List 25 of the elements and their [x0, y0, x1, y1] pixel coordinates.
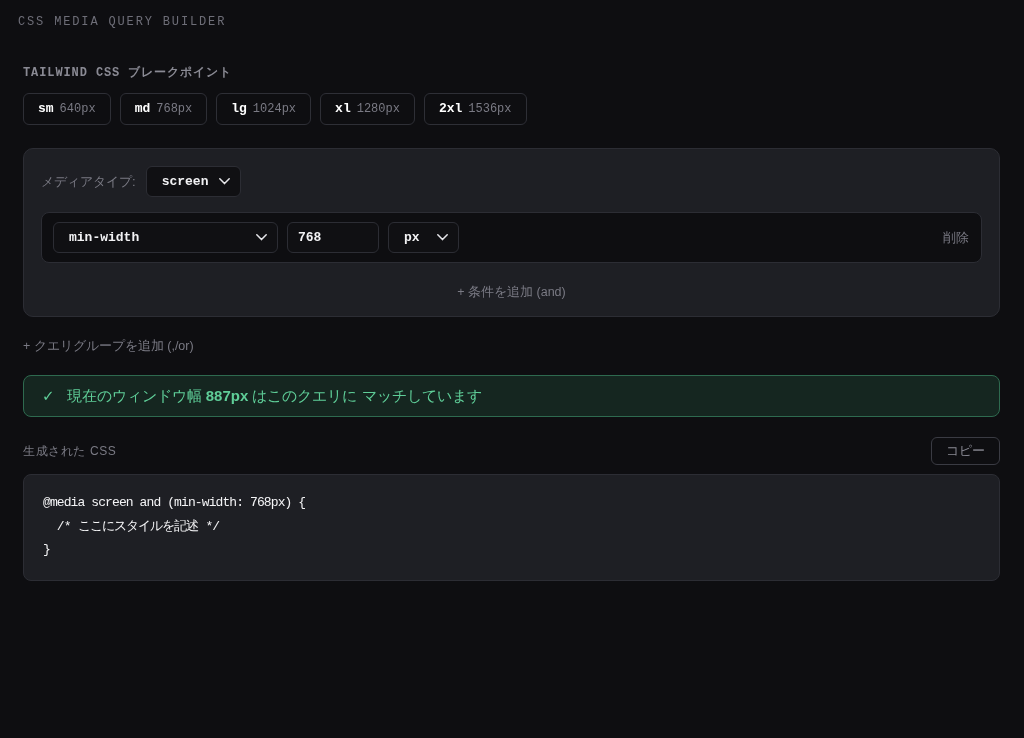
media-type-label: メディアタイプ:	[41, 172, 136, 191]
section-label: 生成された CSS	[23, 443, 117, 460]
copy-button[interactable]: コピー	[931, 437, 1000, 465]
check-mark: ✓	[42, 385, 55, 406]
chevron-icon	[256, 234, 267, 241]
remove-button[interactable]: 削除	[942, 227, 970, 248]
breakpoint-button[interactable]: 2xl 1536px	[423, 93, 527, 125]
code-line: /* ここにスタイルを記述 */	[55, 517, 220, 536]
breakpoint-button[interactable]: sm 640px	[23, 93, 111, 125]
chevron-icon	[218, 178, 230, 185]
breakpoint-button[interactable]: md 768px	[119, 93, 208, 125]
value-input[interactable]: 768	[287, 222, 379, 253]
add-condition-link[interactable]: + 条件を追加 (and)	[457, 283, 566, 301]
feature-select[interactable]: min-width	[53, 222, 278, 253]
app-title: CSS MEDIA QUERY BUILDER	[18, 14, 227, 30]
code-line: @media screen and (min-width: 768px) {	[43, 494, 306, 512]
breakpoint-button[interactable]: xl 1280px	[320, 93, 415, 125]
breakpoint-button[interactable]: lg 1024px	[216, 93, 312, 125]
section-label: TAILWIND CSS ブレークポイント	[23, 66, 232, 80]
media-type-select[interactable]: screen	[145, 166, 241, 197]
unit-select[interactable]: px	[388, 222, 459, 253]
match-message: 現在のウィンドウ幅 887px はこのクエリに マッチしています	[66, 385, 482, 406]
chevron-icon	[437, 234, 448, 241]
code-line: }	[43, 541, 50, 559]
add-group-link[interactable]: + クエリグループを追加 (,/or)	[23, 337, 194, 355]
